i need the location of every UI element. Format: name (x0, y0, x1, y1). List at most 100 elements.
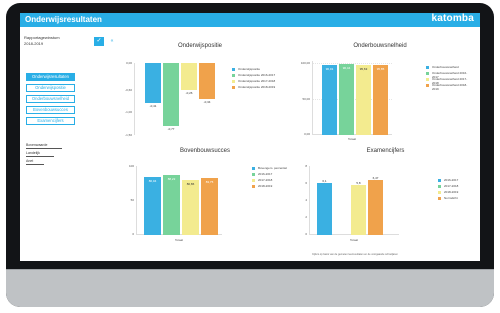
sidebar-legend-bar (26, 164, 44, 165)
value-label: 88,22 (167, 177, 176, 181)
sidebar-legend-bar (26, 148, 62, 149)
sidebar-legend-label: Bovenwaarde (26, 143, 48, 147)
value-label: 96,44 (342, 66, 351, 70)
value-label: 83,75 (205, 180, 214, 184)
bar-onderwijspositie-2017-2018 (181, 63, 197, 90)
value-label: 80,86 (186, 182, 195, 186)
y-tick: -0,60 (125, 88, 132, 92)
chart-title: Examencijfers (366, 148, 405, 154)
x-label: Totaal (349, 238, 358, 242)
legend-item: Normdicht (438, 196, 473, 202)
legend-item: Onderbouwsnelheid 2018-2019 (426, 83, 470, 91)
legend-label: 2017-2018 (258, 178, 273, 182)
sidebar-item-onderbouwsnelheid[interactable]: Onderbouwsnelheid (26, 95, 75, 103)
bar-2016-2017 (317, 183, 332, 235)
bar-2018-2019 (351, 185, 366, 235)
y-tick: 100,00 (300, 61, 310, 65)
chart-title: Onderbouwsnelheid (353, 43, 407, 49)
legend-label: 2018-2019 (444, 190, 459, 194)
monitor-chin (6, 269, 494, 307)
sidebar-item-bovenbouwsucces[interactable]: Bovenbouwsucces (26, 106, 75, 114)
katomba-logo: katomba (431, 13, 474, 24)
bar-2016-2017 (163, 175, 180, 235)
sidebar-legend-bar (26, 156, 54, 157)
chart-legend: Onderbouwsnelheid Onderbouwsnelheid 2016… (426, 65, 470, 91)
sidebar-legend-label: Anet (26, 159, 34, 163)
legend-label: Onderwijspositie (238, 67, 261, 71)
top-bar: Onderwijsresultaten katomba (20, 13, 480, 27)
bar-onderbouwsnelheid-2018-2019 (373, 65, 388, 135)
legend-label: Bovengem. percentiel (258, 166, 288, 170)
chart-onderbouwsnelheid: Onderbouwsnelheid 100,00 50,00 0,00 96,0… (290, 43, 470, 143)
app-title: Onderwijsresultaten (25, 15, 102, 24)
y-tick: 0,00 (126, 61, 132, 65)
value-label: 96,01 (325, 67, 334, 71)
sidebar-legend: Bovenwaarde Landelijk Anet (26, 143, 76, 167)
school-year: 2018-2019 (24, 41, 44, 46)
sidebar-item-examencijfers[interactable]: Examencijfers (26, 117, 75, 125)
bar-bovengem-percentiel (144, 177, 161, 235)
legend-item: 2018-2019 (252, 184, 290, 190)
value-label: -0,77 (167, 127, 175, 131)
expand-icon[interactable]: « (107, 37, 117, 46)
value-label: 5,8 (356, 181, 361, 185)
chart-legend: 2016-2017 2017-2018 2018-2019 Normdicht (438, 178, 473, 202)
y-tick: 50,00 (302, 97, 310, 101)
footnote: Cijfers op basis van de gemeten leerresu… (312, 253, 398, 256)
bar-2018-2019 (201, 178, 218, 235)
check-icon[interactable]: ✓ (94, 37, 104, 46)
chart-title: Onderwijspositie (177, 43, 223, 49)
sidebar-item-onderwijspositie[interactable]: Onderwijspositie (26, 84, 75, 92)
bar-onderbouwsnelheid (322, 65, 337, 135)
legend-label: Onderwijspositie 2018-2019 (238, 85, 276, 89)
bar-onderbouwsnelheid-2016-2017 (339, 64, 354, 135)
bar-onderwijspositie (145, 63, 161, 103)
y-tick: 8 (305, 164, 307, 168)
value-label: 95,63 (359, 67, 368, 71)
y-tick: 4 (305, 198, 307, 202)
sidebar-legend-label: Landelijk (26, 151, 40, 155)
legend-label: 2018-2019 (258, 184, 273, 188)
sidebar-item-onderwijsresultaten[interactable]: Onderwijsresultaten (26, 73, 75, 81)
legend-label: Onderbouwsnelheid (432, 65, 459, 69)
legend-label: Normdicht (444, 196, 458, 200)
school-name: Rapportagewinstum (24, 35, 60, 40)
chart-title: Bovenbouwsucces (179, 148, 231, 154)
y-tick: 6 (305, 181, 307, 185)
value-label: -0,41 (149, 104, 157, 108)
y-tick: -1,50 (125, 133, 132, 137)
y-tick: 100 (128, 164, 134, 168)
chart-examencijfers: Examencijfers 8 6 4 2 0 6,1 5,8 6,47 Tot… (298, 148, 473, 253)
bar-onderwijspositie-2018-2019 (199, 63, 215, 99)
legend-item: Onderwijspositie 2018-2019 (232, 85, 280, 91)
value-label: 95,85 (376, 67, 385, 71)
y-tick: -1,00 (125, 110, 132, 114)
bar-onderbouwsnelheid-2017-2018 (356, 65, 371, 135)
y-tick: 50 (130, 198, 134, 202)
y-tick: 2 (305, 215, 307, 219)
legend-label: Onderwijspositie 2016-2017 (238, 73, 276, 77)
chart-legend: Onderwijspositie Onderwijspositie 2016-2… (232, 67, 280, 91)
legend-label: Onderbouwsnelheid 2018-2019 (432, 83, 468, 91)
x-label: Totaal (347, 137, 356, 141)
sidebar-legend-row: Anet (26, 159, 76, 167)
x-label: Totaal (174, 238, 183, 242)
chart-legend: Bovengem. percentiel 2016-2017 2017-2018… (252, 166, 290, 190)
legend-label: 2016-2017 (444, 178, 459, 182)
value-label: 86,04 (148, 179, 157, 183)
chart-bovenbouwsucces: Bovenbouwsucces 100 50 0 86,04 88,22 80,… (120, 148, 290, 253)
value-label: 6,1 (322, 179, 327, 183)
sidebar-legend-row: Bovenwaarde (26, 143, 76, 151)
value-label: -0,26 (185, 91, 193, 95)
value-label: 6,47 (372, 176, 379, 180)
y-tick: 0 (132, 232, 134, 236)
legend-label: 2016-2017 (258, 172, 273, 176)
legend-label: Onderwijspositie 2017-2018 (238, 79, 276, 83)
sidebar: Rapportagewinstum 2018-2019 Onderwijsres… (20, 27, 82, 261)
bar-onderwijspositie-2016-2017 (163, 63, 179, 126)
app-screen: Onderwijsresultaten katomba Rapportagewi… (20, 13, 480, 261)
bar-2017-2018 (182, 180, 199, 235)
value-label: -0,34 (203, 100, 211, 104)
chart-onderwijspositie: Onderwijspositie 0,00 -0,60 -1,00 -1,50 … (120, 43, 280, 143)
y-tick: 0,00 (304, 132, 310, 136)
